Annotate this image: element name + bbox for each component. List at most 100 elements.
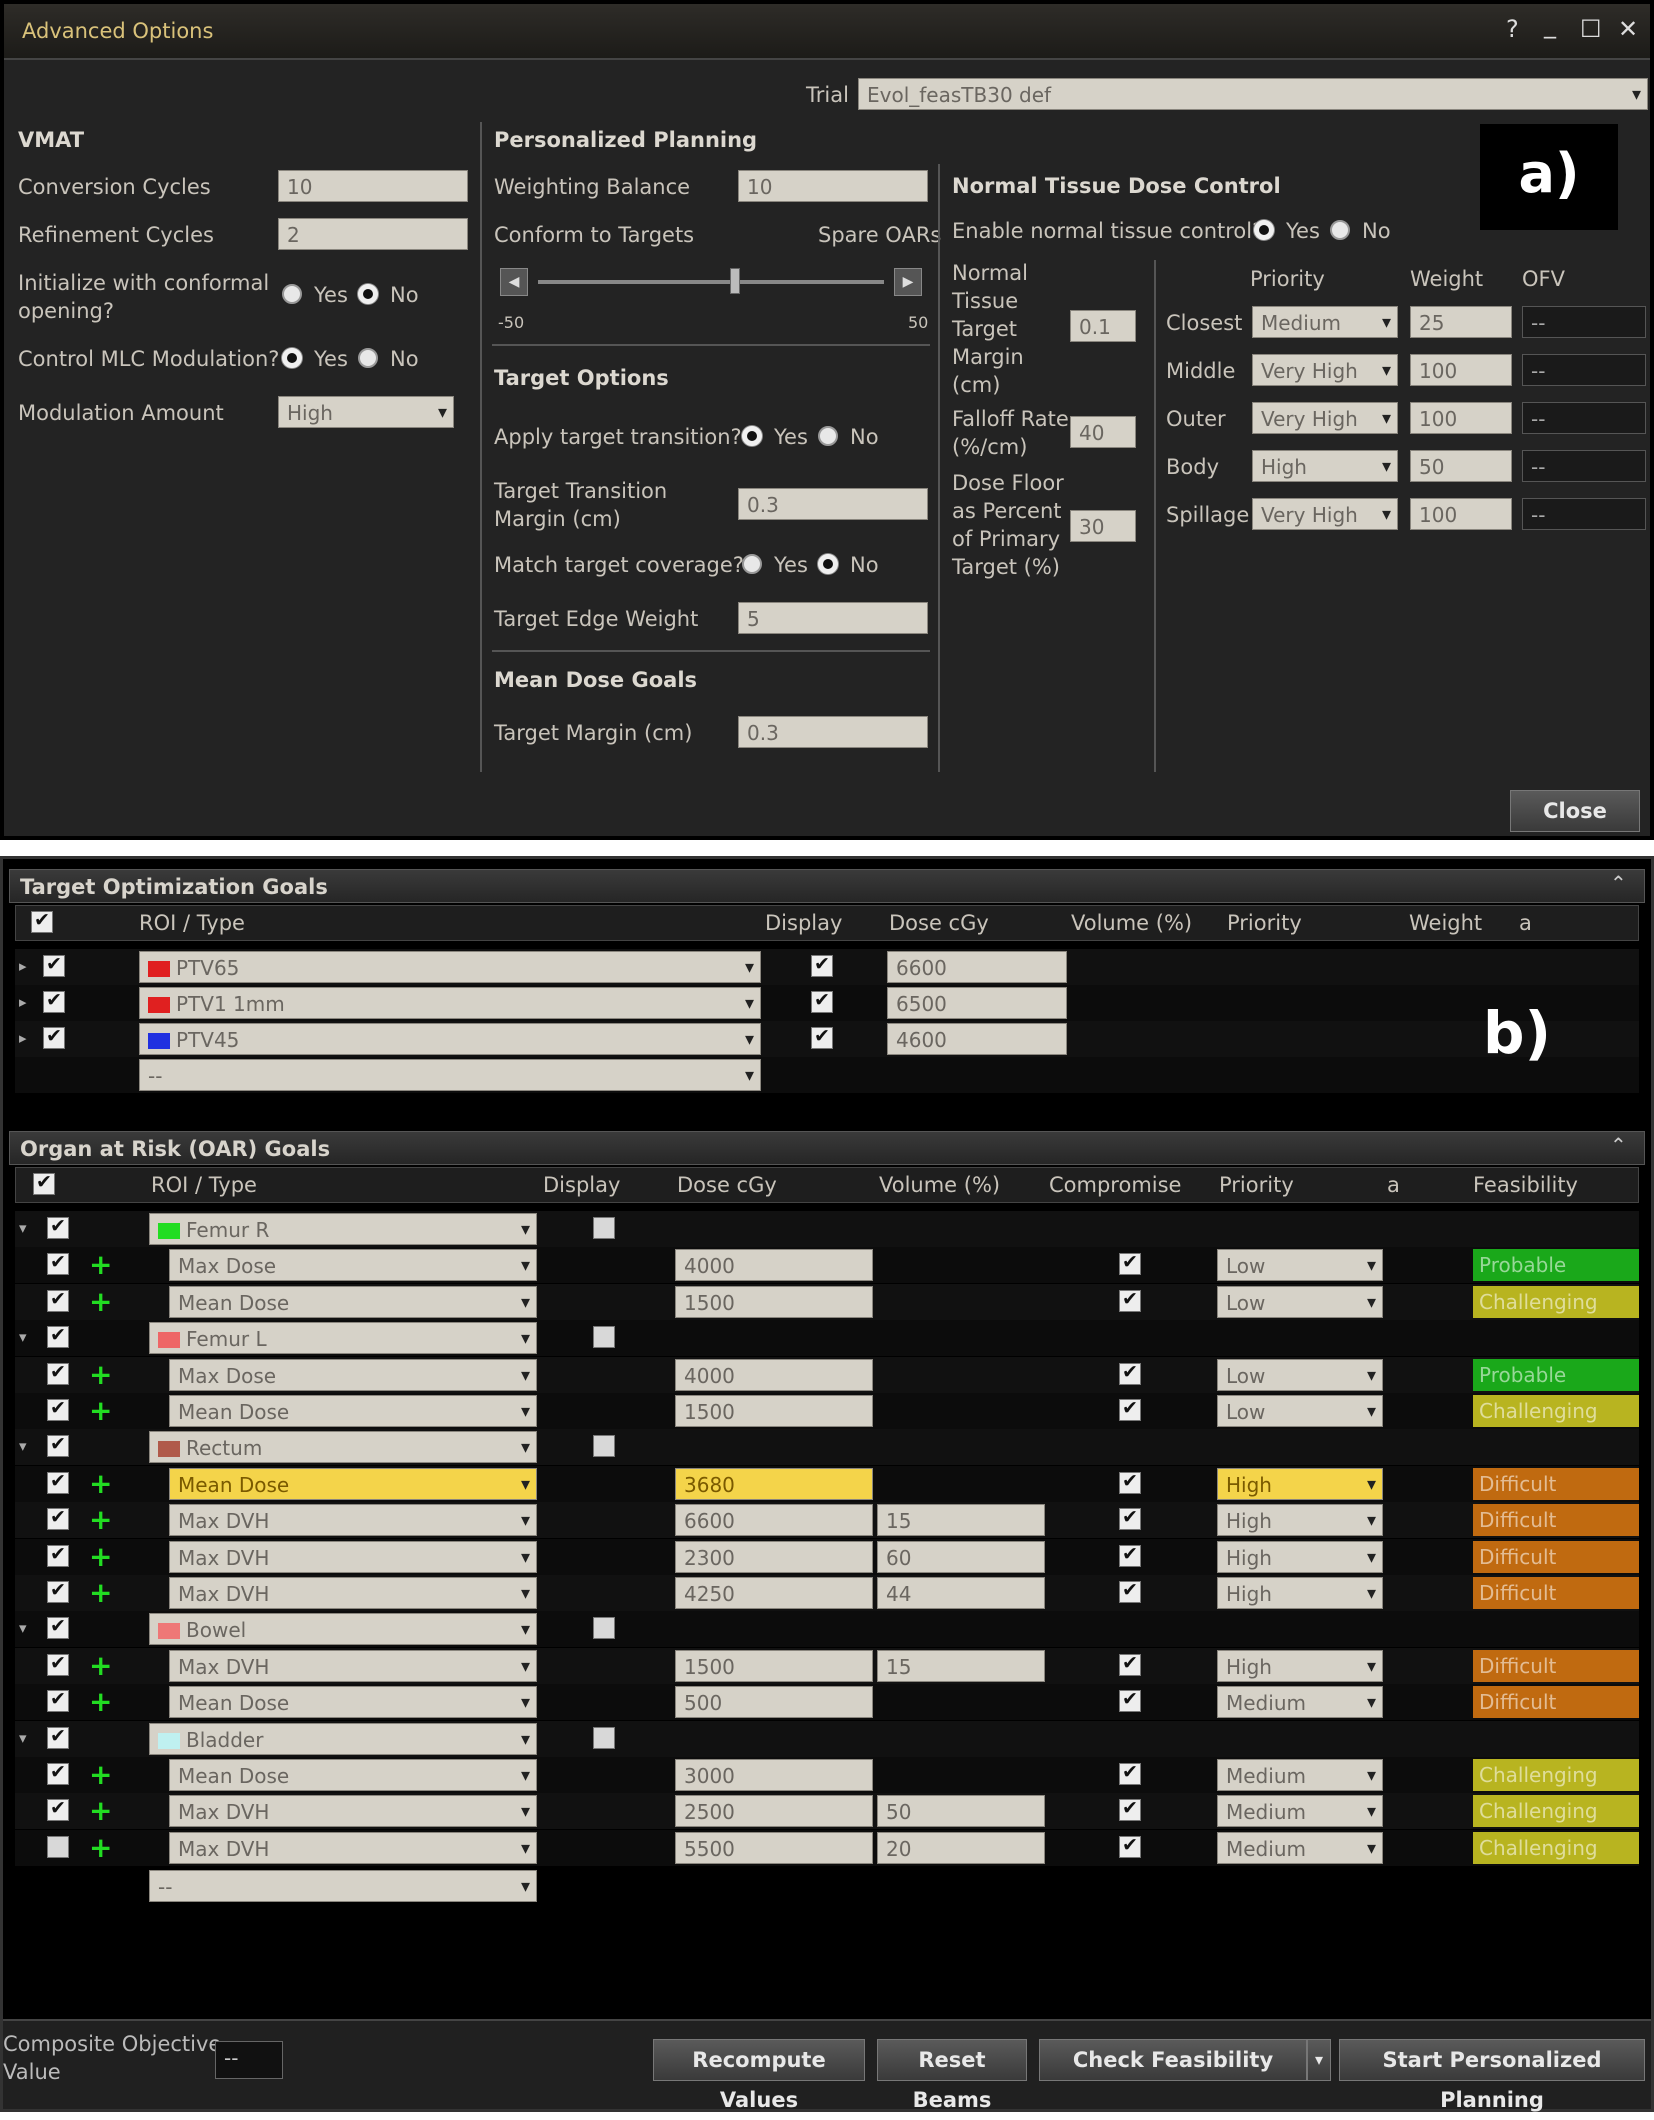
target-display-checkbox[interactable] bbox=[811, 953, 833, 977]
target-dose-input[interactable]: 6500 bbox=[887, 987, 1067, 1019]
target-add-roi-dropdown[interactable]: -- bbox=[139, 1059, 761, 1091]
falloff-input[interactable]: 40 bbox=[1070, 416, 1136, 448]
oar-goal-type-dropdown[interactable]: Mean Dose bbox=[169, 1286, 537, 1318]
add-goal-icon[interactable]: + bbox=[89, 1797, 112, 1825]
ntdc-row-closest-priority-dropdown[interactable]: Medium bbox=[1252, 306, 1398, 338]
oar-select-all-checkbox[interactable] bbox=[33, 1171, 55, 1195]
balance-slider[interactable] bbox=[538, 280, 884, 284]
oar-display-checkbox[interactable] bbox=[593, 1217, 615, 1239]
oar-organ-checkbox[interactable] bbox=[47, 1433, 69, 1457]
trial-dropdown[interactable]: Evol_feasTB30 def bbox=[858, 78, 1648, 110]
oar-organ-dropdown[interactable]: Femur L bbox=[149, 1322, 537, 1354]
add-goal-icon[interactable]: + bbox=[89, 1834, 112, 1862]
oar-goal-type-dropdown[interactable]: Max DVH bbox=[169, 1795, 537, 1827]
oar-goal-checkbox[interactable] bbox=[47, 1397, 69, 1421]
oar-volume-input[interactable]: 20 bbox=[877, 1832, 1045, 1864]
oar-goal-checkbox[interactable] bbox=[47, 1652, 69, 1676]
target-enable-checkbox[interactable] bbox=[43, 1025, 65, 1049]
expand-arrow-icon[interactable]: ▸ bbox=[19, 1029, 27, 1047]
oar-goal-checkbox[interactable] bbox=[47, 1506, 69, 1530]
add-goal-icon[interactable]: + bbox=[89, 1543, 112, 1571]
oar-goal-type-dropdown[interactable]: Max DVH bbox=[169, 1541, 537, 1573]
target-roi-dropdown[interactable]: PTV65 bbox=[139, 951, 761, 983]
oar-display-checkbox[interactable] bbox=[593, 1727, 615, 1749]
apply-transition-yes-radio[interactable] bbox=[742, 426, 762, 446]
oar-goal-type-dropdown[interactable]: Max DVH bbox=[169, 1577, 537, 1609]
oar-goal-checkbox[interactable] bbox=[47, 1288, 69, 1312]
oar-goal-type-dropdown[interactable]: Mean Dose bbox=[169, 1759, 537, 1791]
oar-organ-checkbox[interactable] bbox=[47, 1615, 69, 1639]
enable-ntc-yes-radio[interactable] bbox=[1254, 220, 1274, 240]
collapse-arrow-icon[interactable]: ▾ bbox=[19, 1219, 27, 1237]
oar-goal-type-dropdown[interactable]: Max Dose bbox=[169, 1249, 537, 1281]
start-planning-button[interactable]: Start Personalized Planning bbox=[1339, 2039, 1645, 2112]
oar-dose-input[interactable]: 6600 bbox=[675, 1504, 873, 1536]
oar-dose-input[interactable]: 5500 bbox=[675, 1832, 873, 1864]
oar-dose-input[interactable]: 1500 bbox=[675, 1395, 873, 1427]
init-conformal-no-radio[interactable] bbox=[358, 284, 378, 304]
enable-ntc-no-radio[interactable] bbox=[1330, 220, 1350, 240]
oar-priority-dropdown[interactable]: High bbox=[1217, 1468, 1383, 1500]
oar-priority-dropdown[interactable]: Medium bbox=[1217, 1795, 1383, 1827]
ntdc-row-outer-priority-dropdown[interactable]: Very High bbox=[1252, 402, 1398, 434]
oar-dose-input[interactable]: 4250 bbox=[675, 1577, 873, 1609]
oar-compromise-checkbox[interactable] bbox=[1119, 1361, 1141, 1385]
ntm-input[interactable]: 0.1 bbox=[1070, 310, 1136, 342]
oar-organ-checkbox[interactable] bbox=[47, 1324, 69, 1348]
minimize-icon[interactable]: _ bbox=[1544, 12, 1556, 38]
refinement-cycles-input[interactable]: 2 bbox=[278, 218, 468, 250]
collapse-arrow-icon[interactable]: ▾ bbox=[19, 1619, 27, 1637]
oar-priority-dropdown[interactable]: High bbox=[1217, 1504, 1383, 1536]
oar-compromise-checkbox[interactable] bbox=[1119, 1543, 1141, 1567]
target-roi-dropdown[interactable]: PTV45 bbox=[139, 1023, 761, 1055]
oar-volume-input[interactable]: 15 bbox=[877, 1504, 1045, 1536]
oar-compromise-checkbox[interactable] bbox=[1119, 1397, 1141, 1421]
oar-dose-input[interactable]: 4000 bbox=[675, 1249, 873, 1281]
match-coverage-yes-radio[interactable] bbox=[742, 554, 762, 574]
target-dose-input[interactable]: 6600 bbox=[887, 951, 1067, 983]
add-goal-icon[interactable]: + bbox=[89, 1652, 112, 1680]
ntdc-row-middle-weight-input[interactable]: 100 bbox=[1410, 354, 1512, 386]
oar-goal-type-dropdown[interactable]: Mean Dose bbox=[169, 1395, 537, 1427]
target-enable-checkbox[interactable] bbox=[43, 989, 65, 1013]
add-goal-icon[interactable]: + bbox=[89, 1251, 112, 1279]
oar-compromise-checkbox[interactable] bbox=[1119, 1688, 1141, 1712]
add-goal-icon[interactable]: + bbox=[89, 1688, 112, 1716]
collapse-target-icon[interactable]: ⌃ bbox=[1610, 870, 1627, 896]
oar-volume-input[interactable]: 50 bbox=[877, 1795, 1045, 1827]
oar-compromise-checkbox[interactable] bbox=[1119, 1761, 1141, 1785]
oar-goal-type-dropdown[interactable]: Max Dose bbox=[169, 1359, 537, 1391]
oar-display-checkbox[interactable] bbox=[593, 1617, 615, 1639]
oar-volume-input[interactable]: 60 bbox=[877, 1541, 1045, 1573]
target-enable-checkbox[interactable] bbox=[43, 953, 65, 977]
oar-organ-checkbox[interactable] bbox=[47, 1215, 69, 1239]
oar-dose-input[interactable]: 1500 bbox=[675, 1650, 873, 1682]
oar-goal-type-dropdown[interactable]: Max DVH bbox=[169, 1650, 537, 1682]
oar-goal-checkbox[interactable] bbox=[47, 1361, 69, 1385]
modulation-amount-dropdown[interactable]: High bbox=[278, 396, 454, 428]
recompute-values-button[interactable]: Recompute Values bbox=[653, 2039, 865, 2112]
edge-weight-input[interactable]: 5 bbox=[738, 602, 928, 634]
oar-goal-checkbox[interactable] bbox=[47, 1579, 69, 1603]
apply-transition-no-radio[interactable] bbox=[818, 426, 838, 446]
add-goal-icon[interactable]: + bbox=[89, 1397, 112, 1425]
slider-right-button[interactable]: ▶ bbox=[894, 268, 922, 296]
slider-left-button[interactable]: ◀ bbox=[500, 268, 528, 296]
oar-dose-input[interactable]: 2500 bbox=[675, 1795, 873, 1827]
oar-dose-input[interactable]: 2300 bbox=[675, 1541, 873, 1573]
target-display-checkbox[interactable] bbox=[811, 989, 833, 1013]
oar-priority-dropdown[interactable]: Medium bbox=[1217, 1832, 1383, 1864]
oar-priority-dropdown[interactable]: High bbox=[1217, 1650, 1383, 1682]
oar-priority-dropdown[interactable]: High bbox=[1217, 1577, 1383, 1609]
oar-priority-dropdown[interactable]: Low bbox=[1217, 1359, 1383, 1391]
oar-priority-dropdown[interactable]: Low bbox=[1217, 1286, 1383, 1318]
oar-add-roi-dropdown[interactable]: -- bbox=[149, 1870, 537, 1902]
ntdc-row-spillage-weight-input[interactable]: 100 bbox=[1410, 498, 1512, 530]
collapse-arrow-icon[interactable]: ▾ bbox=[19, 1328, 27, 1346]
match-coverage-no-radio[interactable] bbox=[818, 554, 838, 574]
target-select-all-checkbox[interactable] bbox=[31, 909, 53, 933]
oar-organ-dropdown[interactable]: Bladder bbox=[149, 1723, 537, 1755]
oar-compromise-checkbox[interactable] bbox=[1119, 1251, 1141, 1275]
collapse-arrow-icon[interactable]: ▾ bbox=[19, 1729, 27, 1747]
oar-priority-dropdown[interactable]: Medium bbox=[1217, 1759, 1383, 1791]
